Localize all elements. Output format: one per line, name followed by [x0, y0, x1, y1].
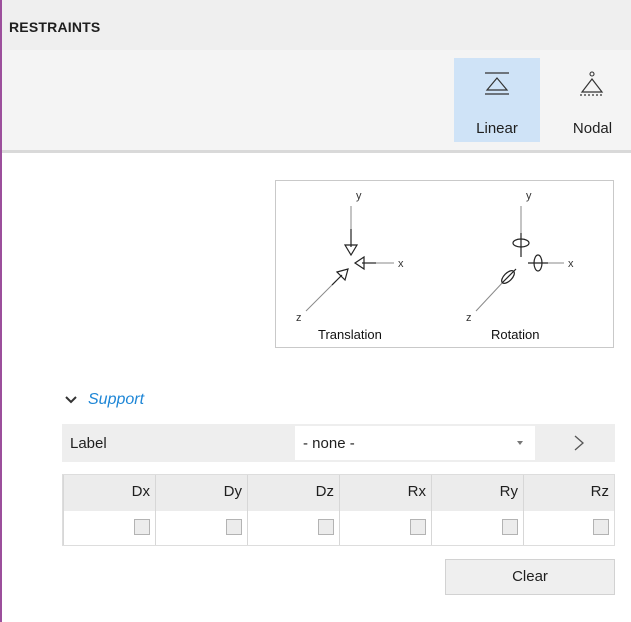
linear-support-icon [454, 70, 540, 98]
dof-header-ry: Ry [499, 483, 518, 500]
axes-illustration: y x z y x z [296, 190, 574, 324]
rx-checkbox[interactable] [410, 519, 426, 535]
dx-checkbox[interactable] [134, 519, 150, 535]
restraint-type-toolbar: Linear Nodal [2, 50, 631, 153]
translation-x-label: x [398, 258, 404, 270]
chevron-right-icon [574, 435, 584, 451]
label-select[interactable]: - none - [295, 426, 535, 460]
linear-tool-label: Linear [476, 120, 518, 137]
support-section-toggle[interactable]: Support [88, 391, 144, 409]
translation-y-label: y [356, 190, 362, 202]
rotation-z-label: z [466, 312, 472, 324]
dof-header-rz: Rz [590, 483, 609, 500]
dof-header-dy: Dy [223, 483, 242, 500]
nodal-tool-button[interactable]: Nodal [552, 58, 631, 142]
dof-column: Rx [339, 475, 432, 545]
dz-checkbox[interactable] [318, 519, 334, 535]
rotation-caption: Rotation [491, 327, 540, 342]
dof-header-dx: Dx [131, 483, 150, 500]
translation-caption: Translation [318, 327, 382, 342]
next-button[interactable] [544, 426, 615, 460]
panel-title: RESTRAINTS [9, 19, 101, 35]
label-select-value: - none - [303, 435, 355, 452]
ry-checkbox[interactable] [502, 519, 518, 535]
support-label-row: Label - none - [62, 424, 615, 462]
panel-header: RESTRAINTS [2, 0, 631, 50]
dof-column: Dx [63, 475, 156, 545]
restraint-axes-diagram: y x z y x z Translation Rotation [275, 180, 614, 348]
dof-restraint-grid: Dx Dy Dz Rx Ry Rz [62, 474, 615, 546]
rotation-x-label: x [568, 258, 574, 270]
linear-tool-button[interactable]: Linear [454, 58, 540, 142]
rotation-y-label: y [526, 190, 532, 202]
dropdown-arrow-icon [517, 441, 523, 445]
chevron-down-icon[interactable] [64, 393, 78, 407]
dof-column: Ry [431, 475, 524, 545]
nodal-tool-label: Nodal [572, 120, 613, 137]
nodal-support-icon [552, 70, 631, 98]
dof-header-rx: Rx [407, 483, 426, 500]
dof-header-dz: Dz [315, 483, 334, 500]
dof-column: Dz [247, 475, 340, 545]
rz-checkbox[interactable] [593, 519, 609, 535]
clear-button[interactable]: Clear [445, 559, 615, 595]
translation-z-label: z [296, 312, 302, 324]
dof-column: Rz [523, 475, 615, 545]
label-field-label: Label [70, 435, 107, 452]
dof-column: Dy [155, 475, 248, 545]
dy-checkbox[interactable] [226, 519, 242, 535]
